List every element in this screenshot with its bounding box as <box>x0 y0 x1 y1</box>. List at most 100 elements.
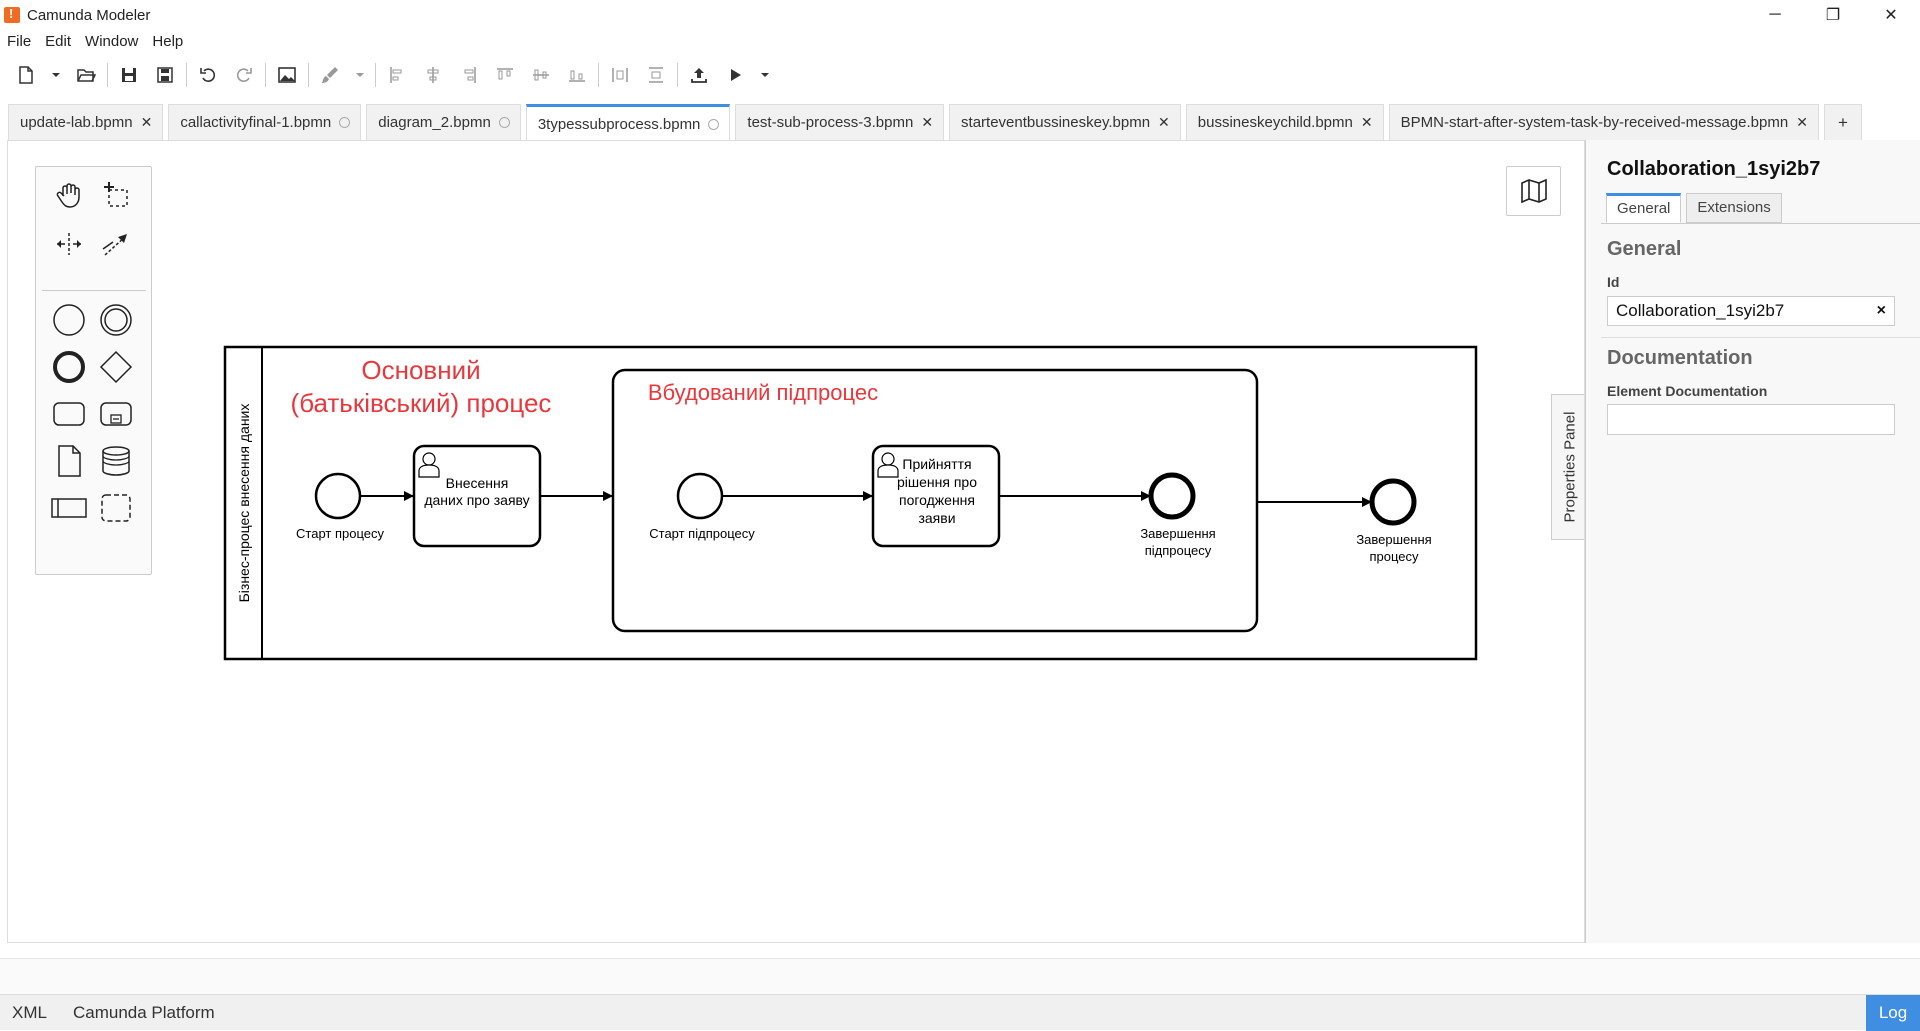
distribute-vertical-button[interactable] <box>638 60 674 90</box>
color-picker-dropdown[interactable] <box>348 60 372 90</box>
menu-file[interactable]: File <box>0 31 38 53</box>
export-image-button[interactable] <box>269 60 305 90</box>
log-button[interactable]: Log <box>1866 995 1920 1031</box>
tab-bpmn-start-after-system-task[interactable]: BPMN-start-after-system-task-by-received… <box>1388 104 1819 140</box>
align-bottom-icon <box>569 70 585 82</box>
tab-update-lab[interactable]: update-lab.bpmn ✕ <box>8 104 164 140</box>
tab-label: 3typessubprocess.bpmn <box>537 115 701 133</box>
platform-selector[interactable]: Camunda Platform <box>73 1003 215 1023</box>
group-documentation-heading: Documentation <box>1607 347 1753 369</box>
toolbar-separator <box>107 63 108 87</box>
end-event[interactable] <box>1369 478 1417 526</box>
window-controls: ─ ❐ ✕ <box>1746 0 1920 30</box>
properties-title: Collaboration_1syi2b7 <box>1607 158 1821 180</box>
align-bottom-button[interactable] <box>559 60 595 90</box>
align-center-icon <box>427 67 439 83</box>
align-middle-button[interactable] <box>523 60 559 90</box>
align-top-button[interactable] <box>487 60 523 90</box>
toolbar-separator <box>186 63 187 87</box>
save-as-button[interactable] <box>147 60 183 90</box>
app-title: Camunda Modeler <box>27 6 151 24</box>
group-general-heading: General <box>1607 238 1682 260</box>
new-file-button[interactable] <box>8 60 44 90</box>
tab-label: update-lab.bpmn <box>20 114 133 131</box>
play-icon <box>731 69 741 81</box>
redo-button[interactable] <box>226 60 262 90</box>
align-middle-icon <box>533 69 549 81</box>
caret-down-icon <box>356 73 364 77</box>
undo-button[interactable] <box>190 60 226 90</box>
align-center-button[interactable] <box>415 60 451 90</box>
toolbar-separator <box>265 63 266 87</box>
xml-view-button[interactable]: XML <box>12 1003 47 1023</box>
subprocess-start-label: Старт підпроцесу <box>649 526 755 541</box>
main-process-title-line-2: (батьківський) процес <box>291 388 552 418</box>
tab-close-icon[interactable]: ✕ <box>921 114 933 131</box>
color-picker-button[interactable] <box>312 60 348 90</box>
end-event-label-line-2: процесу <box>1369 549 1419 564</box>
subprocess-start-event[interactable] <box>676 472 724 520</box>
id-label: Id <box>1607 274 1620 290</box>
properties-panel-toggle[interactable]: Properties Panel <box>1551 394 1584 540</box>
deploy-button[interactable] <box>681 60 717 90</box>
file-tabs: update-lab.bpmn ✕ callactivityfinal-1.bp… <box>8 104 1920 141</box>
paint-brush-icon <box>322 67 338 83</box>
tab-close-icon[interactable]: ✕ <box>1361 114 1373 131</box>
start-event[interactable] <box>314 472 362 520</box>
start-instance-dropdown[interactable] <box>753 60 777 90</box>
title-bar: Camunda Modeler ─ ❐ ✕ <box>0 0 1920 30</box>
tab-callactivityfinal[interactable]: callactivityfinal-1.bpmn <box>168 104 362 140</box>
task1-label-line-2: даних про заяву <box>424 492 529 508</box>
new-tab-button[interactable]: + <box>1823 104 1862 140</box>
element-documentation-label: Element Documentation <box>1607 383 1768 399</box>
tab-close-icon[interactable]: ✕ <box>1158 114 1170 131</box>
tab-label: callactivityfinal-1.bpmn <box>180 114 332 131</box>
main-process-title-line-1: Основний <box>361 355 480 385</box>
save-as-icon <box>157 67 173 83</box>
menu-window[interactable]: Window <box>78 31 145 53</box>
image-icon <box>278 67 296 83</box>
distribute-horizontal-icon <box>612 68 628 82</box>
tab-starteventbussineskey[interactable]: starteventbussineskey.bpmn ✕ <box>949 104 1181 140</box>
caret-down-icon <box>761 73 769 77</box>
new-file-dropdown[interactable] <box>44 60 68 90</box>
properties-divider <box>1601 337 1920 338</box>
diagram-canvas[interactable]: Бізнес-процес внесення даних Основний (б… <box>7 140 1585 943</box>
toolbar-separator <box>677 63 678 87</box>
save-button[interactable] <box>111 60 147 90</box>
task1-label-line-1: Внесення <box>446 475 509 491</box>
distribute-vertical-icon <box>649 67 663 83</box>
toolbar-separator <box>375 63 376 87</box>
minimize-button[interactable]: ─ <box>1746 0 1804 30</box>
menu-help[interactable]: Help <box>145 31 190 53</box>
id-input[interactable]: Collaboration_1syi2b7 × <box>1607 296 1895 326</box>
align-left-button[interactable] <box>379 60 415 90</box>
tab-bussineskeychild[interactable]: bussineskeychild.bpmn ✕ <box>1185 104 1384 140</box>
tab-close-icon[interactable]: ✕ <box>1796 114 1808 131</box>
properties-panel-toggle-label: Properties Panel <box>1561 411 1579 523</box>
unsaved-indicator-icon <box>339 117 351 128</box>
maximize-button[interactable]: ❐ <box>1804 0 1862 30</box>
id-value: Collaboration_1syi2b7 <box>1616 301 1785 320</box>
tab-diagram-2[interactable]: diagram_2.bpmn <box>366 104 521 140</box>
tab-extensions[interactable]: Extensions <box>1686 193 1782 223</box>
close-window-button[interactable]: ✕ <box>1862 0 1920 30</box>
open-file-button[interactable] <box>68 60 104 90</box>
caret-down-icon <box>52 73 60 77</box>
tab-test-sub-process-3[interactable]: test-sub-process-3.bpmn ✕ <box>735 104 945 140</box>
subprocess-end-event[interactable] <box>1148 472 1196 520</box>
start-instance-button[interactable] <box>717 60 753 90</box>
tab-general[interactable]: General <box>1606 193 1682 223</box>
tab-3typessubprocess[interactable]: 3typessubprocess.bpmn <box>525 104 731 141</box>
tab-label: test-sub-process-3.bpmn <box>747 114 914 131</box>
tab-close-icon[interactable]: ✕ <box>141 114 153 131</box>
start-event-label: Старт процесу <box>296 526 384 541</box>
element-documentation-input[interactable] <box>1607 404 1895 435</box>
redo-icon <box>236 68 252 82</box>
status-bar: XML Camunda Platform Log <box>0 994 1920 1031</box>
align-right-button[interactable] <box>451 60 487 90</box>
distribute-horizontal-button[interactable] <box>602 60 638 90</box>
task2-label-line-1: Прийняття <box>902 456 971 472</box>
clear-id-icon[interactable]: × <box>1877 297 1886 325</box>
menu-edit[interactable]: Edit <box>38 31 78 53</box>
